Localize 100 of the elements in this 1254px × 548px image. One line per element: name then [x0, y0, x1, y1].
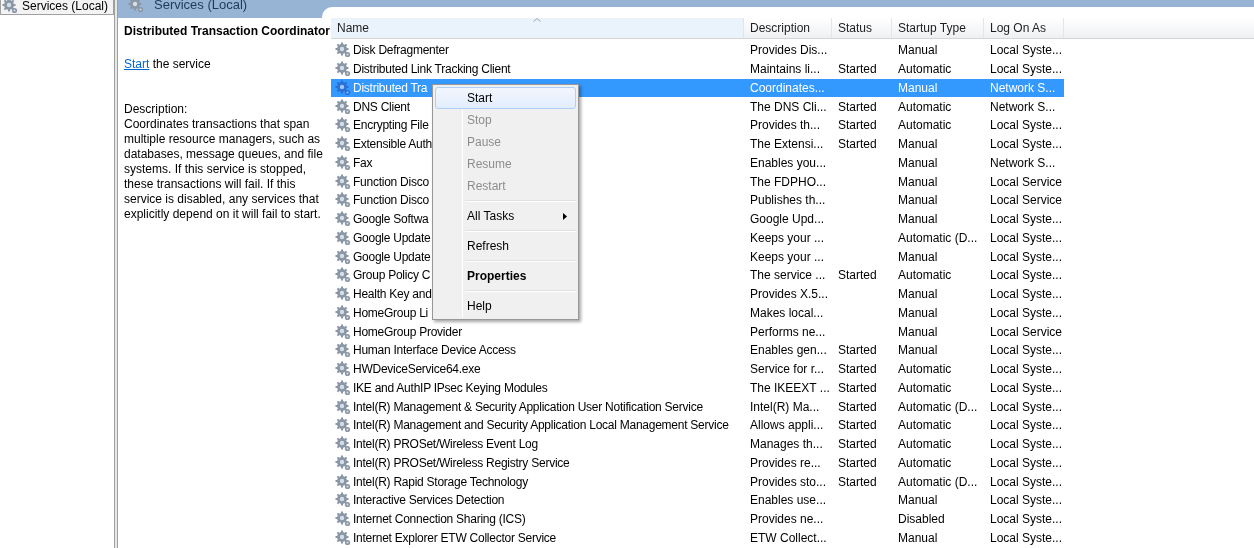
gear-icon: [335, 342, 351, 359]
menu-item[interactable]: All Tasks: [435, 205, 576, 227]
description-label: Description:: [124, 102, 189, 117]
service-name: Intel(R) PROSet/Wireless Registry Service: [353, 454, 570, 472]
status-cell-text: Started: [838, 136, 877, 154]
service-name: Distributed Tra: [353, 79, 428, 97]
description-cell-text: Keeps your ...: [750, 248, 825, 266]
gear-icon: [335, 154, 351, 171]
service-name: Intel(R) Management & Security Application User Notification Service: [353, 398, 703, 416]
menu-item[interactable]: Start: [435, 87, 576, 109]
menu-item[interactable]: Refresh: [435, 235, 576, 257]
service-name: Google Softwa: [353, 211, 429, 229]
menu-item[interactable]: Help: [435, 295, 576, 317]
log-on-cell-text: Local Syste...: [990, 117, 1063, 135]
service-name: Group Policy C: [353, 267, 431, 285]
service-name: Encrypting File: [353, 117, 429, 135]
status-cell-text: Started: [838, 61, 877, 79]
menu-item[interactable]: Properties: [435, 265, 576, 287]
startup-type-cell-text: Automatic: [898, 436, 952, 454]
gear-icon: [335, 454, 351, 471]
service-name: Distributed Link Tracking Client: [353, 61, 511, 79]
service-name: Function Disco: [353, 173, 429, 191]
service-name: Google Update: [353, 248, 431, 266]
service-name: HWDeviceService64.exe: [353, 361, 481, 379]
status-cell-text: Started: [838, 117, 877, 135]
column-header[interactable]: Name: [331, 18, 744, 38]
log-on-cell-text: Local Syste...: [990, 417, 1063, 435]
service-name: Interactive Services Detection: [353, 492, 505, 510]
description-cell-text: The DNS Cli...: [750, 98, 827, 116]
log-on-cell-text: Local Syste...: [990, 42, 1063, 60]
log-on-cell-text: Local Syste...: [990, 473, 1063, 491]
startup-type-cell-text: Automatic: [898, 379, 952, 397]
startup-type-cell-text: Manual: [898, 211, 938, 229]
description-cell-text: Enables gen...: [750, 342, 827, 360]
status-cell-text: Started: [838, 342, 877, 360]
description-cell-text: Publishes th...: [750, 192, 826, 210]
service-name: IKE and AuthIP IPsec Keying Modules: [353, 379, 548, 397]
description-cell-text: Maintains li...: [750, 61, 821, 79]
description-cell-text: The service ...: [750, 267, 826, 285]
start-link[interactable]: Start: [124, 57, 150, 71]
gear-icon: [335, 211, 351, 228]
service-name: Internet Explorer ETW Collector Service: [353, 529, 556, 547]
gear-icon: [335, 398, 351, 415]
log-on-cell-text: Local Syste...: [990, 398, 1063, 416]
status-cell-text: Started: [838, 98, 877, 116]
gear-icon: [335, 323, 351, 340]
column-header[interactable]: Description: [744, 18, 832, 38]
log-on-cell-text: Network S...: [990, 98, 1056, 116]
gear-icon: [335, 117, 351, 134]
log-on-cell-text: Network S...: [990, 79, 1056, 97]
startup-type-cell-text: Manual: [898, 136, 938, 154]
description-cell-text: Keeps your ...: [750, 229, 825, 247]
gear-icon: [335, 229, 351, 246]
startup-type-cell-text: Automatic: [898, 117, 952, 135]
log-on-cell-text: Local Syste...: [990, 229, 1063, 247]
gear-icon: [128, 0, 144, 13]
column-header[interactable]: Log On As: [984, 18, 1064, 38]
startup-type-cell-text: Automatic: [898, 267, 952, 285]
log-on-cell-text: Network S...: [990, 154, 1056, 172]
status-cell-text: Started: [838, 473, 877, 491]
startup-type-cell-text: Manual: [898, 492, 938, 510]
log-on-cell-text: Local Syste...: [990, 342, 1063, 360]
log-on-cell-text: Local Service: [990, 192, 1063, 210]
tree-item[interactable]: Services (Local): [0, 0, 114, 15]
service-name: Intel(R) PROSet/Wireless Event Log: [353, 436, 538, 454]
gear-icon: [335, 79, 351, 96]
status-cell-text: Started: [838, 361, 877, 379]
log-on-cell-text: Local Syste...: [990, 454, 1063, 472]
service-name: Disk Defragmenter: [353, 42, 449, 60]
startup-type-cell-text: Automatic: [898, 98, 952, 116]
gear-icon: [2, 0, 18, 14]
startup-type-cell-text: Manual: [898, 248, 938, 266]
gear-icon: [335, 304, 351, 321]
startup-type-cell-text: Automatic (D...: [898, 398, 978, 416]
description-cell-text: The IKEEXT ...: [750, 379, 830, 397]
description-cell-text: Enables use...: [750, 492, 827, 510]
log-on-cell-text: Local Syste...: [990, 136, 1063, 154]
service-name: Google Update: [353, 229, 431, 247]
pane-title: Services (Local): [154, 0, 248, 15]
log-on-cell-text: Local Service: [990, 323, 1063, 341]
description-cell-text: Provides ne...: [750, 511, 824, 529]
description-cell-text: Makes local...: [750, 304, 824, 322]
submenu-arrow-icon: [563, 212, 567, 220]
description-cell-text: Manages th...: [750, 436, 823, 454]
description-text: Coordinates transactions that span multiple resource managers, such as databases, message queues, and file systems. If this service is stopped, these transactions will fail. If this service is disabled, any services that explicitly depend on it will fail to start.: [124, 117, 324, 222]
column-header[interactable]: Startup Type: [892, 18, 984, 38]
service-name: Health Key and: [353, 286, 432, 304]
description-cell-text: Provides sto...: [750, 473, 827, 491]
column-header[interactable]: Status: [832, 18, 892, 38]
startup-type-cell-text: Automatic: [898, 361, 952, 379]
startup-type-cell-text: Manual: [898, 154, 938, 172]
gear-icon: [335, 361, 351, 378]
gear-icon: [335, 417, 351, 434]
startup-type-cell-text: Manual: [898, 192, 938, 210]
startup-type-cell-text: Automatic: [898, 61, 952, 79]
startup-type-cell-text: Manual: [898, 42, 938, 60]
status-cell-text: Started: [838, 267, 877, 285]
description-cell-text: Intel(R) Ma...: [750, 398, 820, 416]
service-name: Internet Connection Sharing (ICS): [353, 511, 526, 529]
log-on-cell-text: Local Syste...: [990, 286, 1063, 304]
